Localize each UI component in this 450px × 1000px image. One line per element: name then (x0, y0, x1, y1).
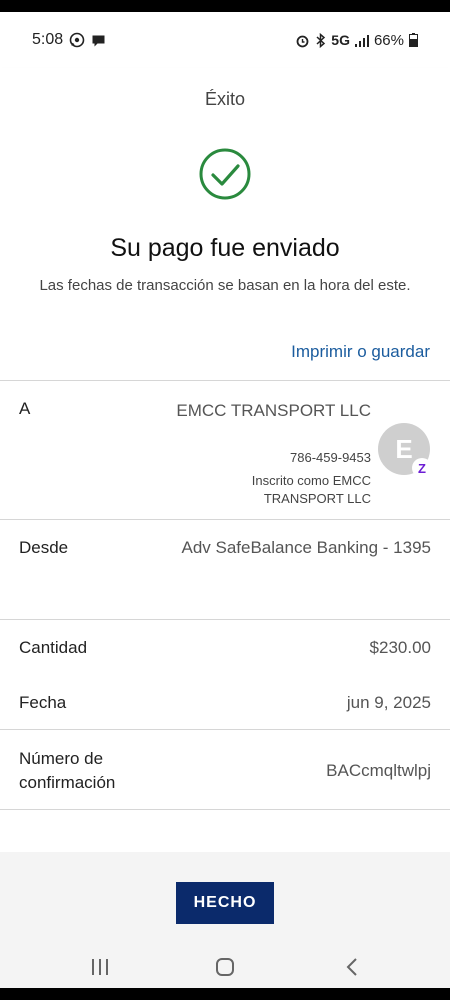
alarm-icon (295, 33, 310, 48)
timezone-note: Las fechas de transacción se basan en la… (39, 277, 411, 294)
signal-icon (354, 34, 369, 47)
zelle-icon: Z (412, 458, 432, 478)
divider (0, 380, 450, 381)
divider (0, 519, 450, 520)
app-header: Éxito (0, 68, 450, 130)
check-circle-icon (199, 148, 251, 200)
back-button[interactable] (332, 952, 372, 982)
battery-percent: 66% (373, 31, 404, 49)
home-button[interactable] (205, 952, 245, 982)
network-type: 5G (331, 32, 350, 48)
home-icon (216, 958, 234, 976)
status-left: 5:08 (32, 31, 106, 49)
divider (0, 619, 450, 620)
battery-icon (409, 33, 418, 47)
nav-bar (0, 944, 450, 988)
success-title: Su pago fue enviado (110, 234, 340, 262)
status-bar: 5:08 5G 66% (0, 12, 450, 68)
recents-icon (92, 959, 108, 975)
screen: 5:08 5G 66% Éxito Su pago fue enviado La… (0, 12, 450, 988)
page-title: Éxito (204, 88, 246, 109)
divider (0, 729, 450, 730)
done-button[interactable]: HECHO (176, 882, 274, 924)
avatar-initial: E (395, 433, 413, 464)
from-account: Adv SafeBalance Banking - 1395 (181, 538, 431, 557)
to-label: A (19, 399, 31, 418)
amount-value: $230.00 (369, 638, 431, 657)
confirmation-number: BACcmqltwlpj (326, 761, 431, 780)
status-time: 5:08 (32, 31, 64, 48)
recents-button[interactable] (80, 952, 120, 982)
back-icon (346, 958, 357, 976)
from-label: Desde (19, 538, 69, 557)
print-or-save-link[interactable]: Imprimir o guardar (291, 342, 430, 362)
status-right: 5G 66% (295, 32, 418, 49)
footer: HECHO (0, 852, 450, 944)
confirmation-content: Su pago fue enviado Las fechas de transa… (0, 130, 450, 852)
payee-name: EMCC TRANSPORT LLC (176, 401, 371, 420)
divider (0, 809, 450, 810)
amount-label: Cantidad (19, 638, 88, 657)
chat-icon (91, 33, 106, 48)
payee-phone: 786-459-9453 (290, 450, 371, 465)
date-label: Fecha (19, 693, 67, 712)
payee-enrolled-note: Inscrito como EMCC TRANSPORT LLC (251, 473, 371, 506)
whatsapp-icon (69, 32, 85, 48)
confirmation-label: Número de confirmación (19, 749, 116, 792)
bluetooth-icon (315, 32, 326, 48)
date-value: jun 9, 2025 (346, 693, 431, 712)
